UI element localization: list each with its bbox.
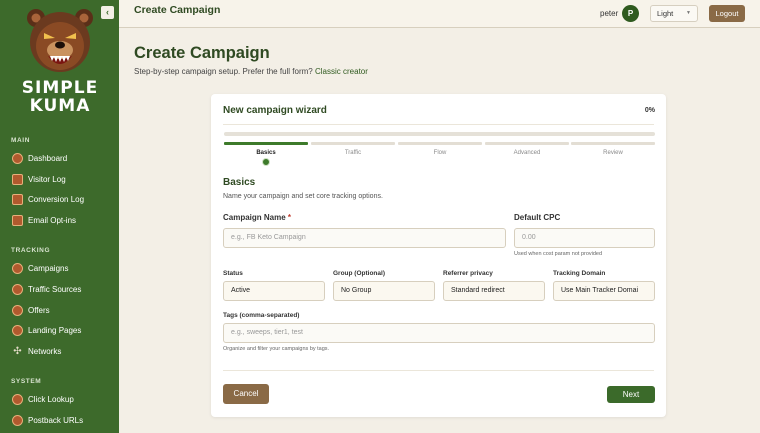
sidebar: ‹ SIMPLE KUMA MAIN Dashboard Visitor Log…	[0, 0, 119, 433]
tags-hint: Organize and filter your campaigns by ta…	[223, 346, 330, 352]
theme-select[interactable]: Light ▼	[650, 5, 698, 22]
sidebar-item-label: Email Opt-ins	[28, 215, 77, 225]
sidebar-item-offers[interactable]: Offers	[12, 302, 50, 318]
sidebar-item-label: Visitor Log	[28, 174, 66, 184]
wizard-title: New campaign wizard	[223, 105, 327, 116]
divider	[223, 124, 654, 125]
step-bar-traffic	[311, 142, 395, 145]
bear-logo-icon	[27, 9, 93, 72]
visitor-log-icon	[12, 173, 23, 185]
sidebar-item-campaigns[interactable]: Campaigns	[12, 260, 68, 276]
tags-label: Tags (comma-separated)	[223, 312, 300, 319]
step-bar-flow	[398, 142, 482, 145]
networks-icon: ✣	[13, 345, 22, 357]
theme-select-value: Light	[657, 9, 674, 18]
step-basics[interactable]: Basics	[224, 150, 308, 156]
postback-urls-icon	[12, 414, 23, 426]
tags-input[interactable]: e.g., sweeps, tier1, test	[223, 323, 655, 343]
sidebar-item-label: Click Lookup	[28, 394, 74, 404]
sidebar-item-label: Dashboard	[28, 153, 68, 163]
traffic-sources-icon	[12, 283, 23, 295]
conversion-log-icon	[12, 193, 23, 205]
step-bar-basics	[224, 142, 308, 145]
sidebar-item-label: Traffic Sources	[28, 284, 82, 294]
sidebar-item-landing-pages[interactable]: Landing Pages	[12, 322, 81, 338]
cancel-button[interactable]: Cancel	[223, 384, 269, 404]
campaign-name-input[interactable]: e.g., FB Keto Campaign	[223, 228, 506, 248]
status-label: Status	[223, 270, 243, 277]
active-step-dot-icon	[262, 158, 270, 166]
topbar-title: Create Campaign	[134, 4, 221, 16]
sidebar-item-label: Conversion Log	[28, 194, 85, 204]
section-label-tracking: TRACKING	[11, 247, 51, 254]
campaigns-icon	[12, 262, 23, 274]
step-flow[interactable]: Flow	[398, 150, 482, 156]
wizard-card: New campaign wizard 0% Basics Traffic Fl…	[211, 94, 666, 417]
tracking-domain-select[interactable]: Use Main Tracker Domai	[553, 281, 655, 301]
sidebar-item-dashboard[interactable]: Dashboard	[12, 150, 67, 166]
next-button[interactable]: Next	[607, 386, 655, 403]
section-label-system: SYSTEM	[11, 378, 42, 385]
default-cpc-input[interactable]: 0.00	[514, 228, 655, 248]
logo-text-simple: SIMPLE	[21, 78, 99, 98]
sidebar-item-click-lookup[interactable]: Click Lookup	[12, 391, 74, 407]
chevron-down-icon: ▼	[686, 10, 691, 16]
logout-button[interactable]: Logout	[709, 5, 745, 22]
sidebar-item-visitor-log[interactable]: Visitor Log	[12, 171, 66, 187]
landing-pages-icon	[12, 324, 23, 336]
user-name: peter	[600, 9, 619, 18]
brand-logo[interactable]: SIMPLE KUMA	[18, 6, 102, 116]
step-review[interactable]: Review	[571, 150, 655, 156]
section-description: Name your campaign and set core tracking…	[223, 193, 383, 200]
page-title: Create Campaign	[134, 44, 270, 62]
wizard-progress-percent: 0%	[644, 107, 655, 114]
sidebar-item-label: Landing Pages	[28, 325, 82, 335]
offers-icon	[12, 304, 23, 316]
campaign-name-label-text: Campaign Name	[223, 213, 286, 222]
step-advanced[interactable]: Advanced	[485, 150, 569, 156]
default-cpc-label: Default CPC	[514, 213, 561, 222]
referrer-privacy-select[interactable]: Standard redirect	[443, 281, 545, 301]
step-bar-review	[571, 142, 655, 145]
page-subtitle-text: Step-by-step campaign setup. Prefer the …	[134, 67, 313, 76]
sidebar-item-traffic-sources[interactable]: Traffic Sources	[12, 281, 81, 297]
click-lookup-icon	[12, 393, 23, 405]
divider	[223, 370, 654, 371]
dashboard-icon	[12, 152, 23, 164]
sidebar-item-label: Networks	[28, 346, 62, 356]
email-optins-icon	[12, 214, 23, 226]
sidebar-item-label: Postback URLs	[28, 415, 84, 425]
required-mark: *	[287, 213, 292, 222]
sidebar-item-networks[interactable]: ✣ Networks	[12, 343, 61, 359]
group-select[interactable]: No Group	[333, 281, 435, 301]
logo-text-kuma: KUMA	[29, 96, 91, 116]
page-subtitle: Step-by-step campaign setup. Prefer the …	[134, 67, 368, 76]
wizard-progress-bar	[224, 132, 655, 136]
sidebar-item-label: Campaigns	[28, 263, 69, 273]
top-bar: Create Campaign peter P Light ▼ Logout	[119, 0, 760, 28]
section-title: Basics	[223, 177, 256, 188]
default-cpc-hint: Used when cost param not provided	[514, 251, 603, 257]
referrer-privacy-label: Referrer privacy	[443, 270, 493, 277]
status-select[interactable]: Active	[223, 281, 325, 301]
classic-creator-link[interactable]: Classic creator	[315, 67, 368, 76]
sidebar-item-label: Offers	[28, 305, 50, 315]
campaign-name-label: Campaign Name *	[223, 213, 291, 222]
sidebar-item-email-optins[interactable]: Email Opt-ins	[12, 212, 76, 228]
collapse-sidebar-button[interactable]: ‹	[101, 6, 114, 19]
avatar[interactable]: P	[622, 5, 639, 22]
sidebar-item-conversion-log[interactable]: Conversion Log	[12, 191, 84, 207]
group-label: Group (Optional)	[333, 270, 385, 277]
tracking-domain-label: Tracking Domain	[553, 270, 606, 277]
sidebar-item-postback-urls[interactable]: Postback URLs	[12, 412, 83, 428]
section-label-main: MAIN	[11, 137, 31, 144]
step-traffic[interactable]: Traffic	[311, 150, 395, 156]
step-bar-advanced	[485, 142, 569, 145]
